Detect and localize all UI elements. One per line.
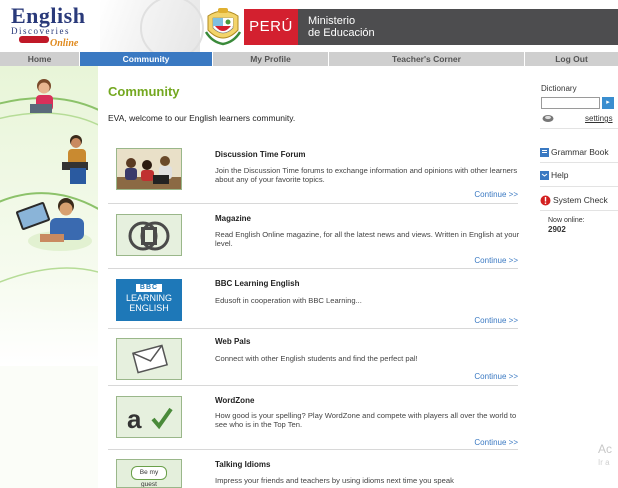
nav-log-out[interactable]: Log Out [525,52,618,66]
thumb-line-english: ENGLISH [129,303,169,313]
ministry-banner: Ministerio de Educación [298,9,618,45]
help-label: Help [551,170,569,180]
peru-label: PERÚ [244,9,298,45]
book-icon [540,148,549,158]
list-item-bbc-learning-english: BBC LEARNING ENGLISH BBC Learning Englis… [108,269,518,329]
now-online-count: 2902 [548,225,566,234]
ministry-line-1: Ministerio [308,15,356,27]
list-item-discussion-forum: Discussion Time Forum Join the Discussio… [108,142,518,204]
item-title[interactable]: Discussion Time Forum [215,150,306,159]
right-sidebar: Dictionary ▸ settings Grammar Book Help … [538,66,618,488]
item-title[interactable]: Magazine [215,214,251,223]
system-check-label: System Check [553,195,608,205]
thumb-line-learning: LEARNING [125,293,172,303]
left-decorative-panel [0,66,111,366]
watermark-line-2: Ir a [598,458,610,467]
divider [540,186,618,187]
main-nav: Home Community My Profile Teacher's Corn… [0,52,618,66]
grammar-book-label: Grammar Book [551,147,609,157]
header: English Discoveries Online PERÚ Minister… [0,0,618,60]
continue-link[interactable]: Continue >> [474,316,518,325]
welcome-message: EVA, welcome to our English learners com… [108,113,296,123]
nav-my-profile[interactable]: My Profile [213,52,329,66]
dictionary-label: Dictionary [541,84,577,93]
item-title[interactable]: Web Pals [215,337,250,346]
header-swoosh-decoration [100,0,204,60]
list-item-magazine: Magazine Read English Online magazine, f… [108,204,520,269]
item-description: How good is your spelling? Play WordZone… [215,411,517,429]
help-icon [540,171,549,181]
peru-coat-of-arms-icon [204,8,242,46]
item-description: Read English Online magazine, for all th… [215,230,520,248]
continue-link[interactable]: Continue >> [474,372,518,381]
item-description: Connect with other English students and … [215,354,418,363]
logo-subtitle: Discoveries [11,26,70,36]
list-item-talking-idioms: Be my guest Talking Idioms Impress your … [108,450,518,488]
talking-idioms-thumbnail[interactable]: Be my guest [116,459,182,488]
list-item-web-pals: Web Pals Connect with other English stud… [108,329,518,386]
bbc-learning-english-thumbnail[interactable]: BBC LEARNING ENGLISH [116,279,182,321]
students-illustration [0,79,111,283]
divider [540,210,618,211]
item-title[interactable]: WordZone [215,396,254,405]
svg-text:a: a [127,404,142,434]
divider [540,128,618,129]
list-item-wordzone: a WordZone How good is your spelling? Pl… [108,386,518,450]
alert-icon [540,195,551,206]
item-description: Join the Discussion Time forums to excha… [215,166,518,184]
settings-icon[interactable] [542,114,554,123]
english-discoveries-logo[interactable]: English Discoveries Online [0,3,100,49]
now-online-label: Now online: [548,217,585,224]
item-title[interactable]: BBC Learning English [215,279,299,288]
continue-link[interactable]: Continue >> [474,256,518,265]
discussion-forum-thumbnail[interactable] [116,148,182,190]
continue-link[interactable]: Continue >> [474,438,518,447]
main-content: Community EVA, welcome to our English le… [98,66,524,488]
dictionary-input[interactable] [541,97,600,109]
wordzone-thumbnail[interactable]: a [116,396,182,438]
nav-teachers-corner[interactable]: Teacher's Corner [329,52,525,66]
logo-online: Online [50,38,79,49]
speech-bubble: Be my guest [131,466,167,487]
item-title[interactable]: Talking Idioms [215,460,270,469]
help-link[interactable]: Help [540,170,569,181]
divider [540,162,618,163]
settings-link[interactable]: settings [585,114,613,123]
page-title: Community [108,84,180,99]
web-pals-thumbnail[interactable] [116,338,182,380]
grammar-book-link[interactable]: Grammar Book [540,147,609,158]
ministry-line-2: de Educación [308,27,375,39]
magazine-thumbnail[interactable] [116,214,182,256]
bbc-wordmark: BBC [136,284,162,292]
nav-community[interactable]: Community [80,52,213,66]
continue-link[interactable]: Continue >> [474,190,518,199]
watermark-line-1: Ac [598,442,613,456]
system-check-link[interactable]: System Check [540,195,608,206]
item-description: Impress your friends and teachers by usi… [215,476,454,485]
item-description: Edusoft in cooperation with BBC Learning… [215,296,362,305]
dictionary-go-button[interactable]: ▸ [602,97,614,109]
logo-underline-shape [19,36,49,43]
logo-word: English [11,3,86,28]
nav-home[interactable]: Home [0,52,80,66]
left-panel-bottom [0,366,98,488]
